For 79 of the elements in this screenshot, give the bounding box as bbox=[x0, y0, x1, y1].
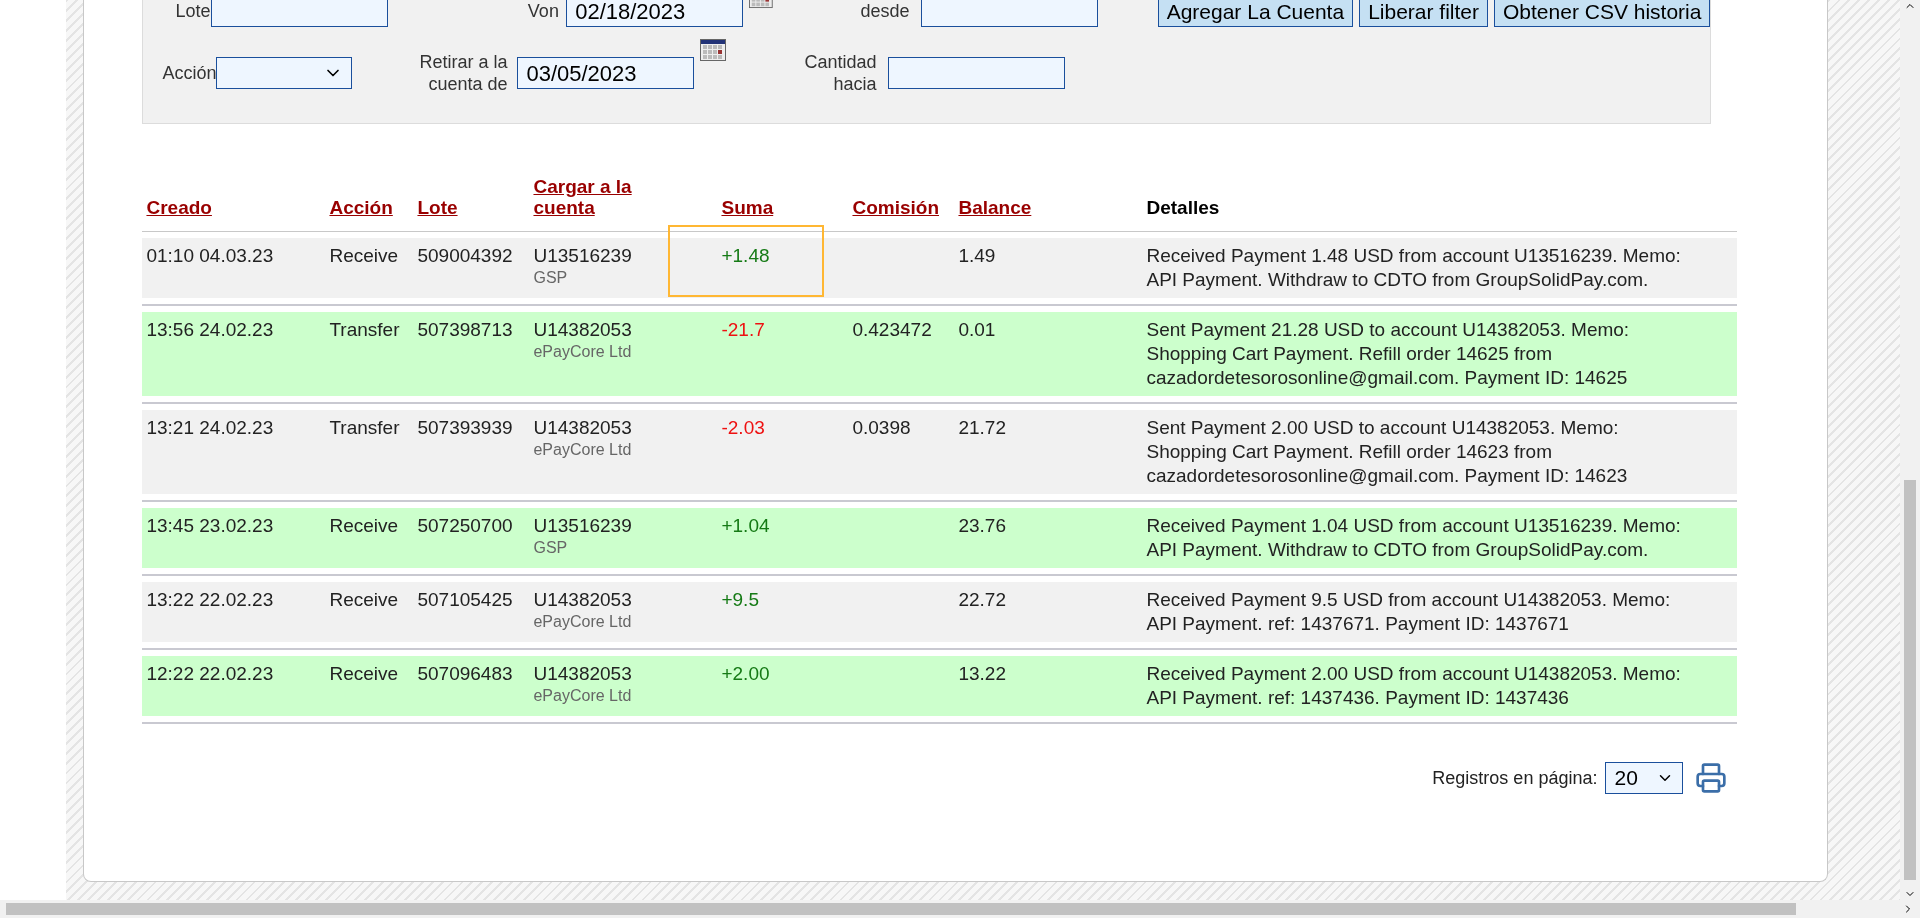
table-cell: 22.72 bbox=[958, 589, 1006, 610]
column-header: Detalles bbox=[1146, 197, 1220, 218]
details-text: Received Payment 2.00 USD from account U14382053. Memo: API Payment. ref: 1437436. Payment ID: 1437436 bbox=[1146, 662, 1682, 710]
column-header-link[interactable]: Lote bbox=[417, 197, 458, 218]
table-cell-text: U14382053 bbox=[533, 588, 633, 612]
table-cell: 21.72 bbox=[958, 417, 1006, 438]
table-cell: Receive bbox=[329, 245, 399, 266]
table-cell: 13:56 24.02.23 bbox=[146, 319, 274, 340]
table-cell: Receive bbox=[329, 589, 399, 610]
column-header-link[interactable]: Acción bbox=[329, 197, 393, 218]
details-text: Received Payment 9.5 USD from account U14382053. Memo: API Payment. ref: 1437671. Payment ID: 1437671 bbox=[1146, 588, 1672, 636]
table-cell: 13:21 24.02.23 bbox=[146, 417, 274, 438]
table-cell: 507393939 bbox=[417, 417, 513, 438]
table-cell: 0.0398 bbox=[852, 417, 911, 438]
column-header-link[interactable]: Balance bbox=[958, 197, 1032, 218]
field-label: desde bbox=[859, 0, 910, 22]
print-icon[interactable] bbox=[1695, 762, 1728, 794]
pager-label: Registros en página: bbox=[1432, 766, 1598, 790]
calendar-icon[interactable] bbox=[700, 39, 727, 61]
filter-button[interactable]: Liberar filter bbox=[1359, 0, 1488, 27]
scrollbar-thumb[interactable] bbox=[6, 903, 1796, 915]
date-field[interactable]: 03/05/2023 bbox=[517, 57, 695, 89]
amount-cell: +1.48 bbox=[721, 245, 770, 266]
table-cell-text: U13516239 bbox=[533, 514, 633, 538]
scrollbar-thumb[interactable] bbox=[1904, 480, 1917, 880]
account-name: ePayCore Ltd bbox=[533, 612, 633, 632]
amount-field[interactable] bbox=[888, 57, 1066, 89]
table-cell-text: U14382053 bbox=[533, 318, 633, 342]
field-label: Lote bbox=[174, 0, 211, 22]
column-header-link[interactable]: Suma bbox=[721, 197, 774, 218]
account-name: ePayCore Ltd bbox=[533, 440, 633, 460]
details-text: Received Payment 1.48 USD from account U13516239. Memo: API Payment. Withdraw to CDTO from GroupSolidPay.com. bbox=[1146, 244, 1682, 292]
field-label: Von bbox=[526, 0, 559, 22]
field-label: Acción bbox=[161, 62, 217, 84]
action-select[interactable] bbox=[216, 57, 353, 89]
amount-cell: +1.04 bbox=[721, 515, 770, 536]
table-cell: 01:10 04.03.23 bbox=[146, 245, 274, 266]
column-header-link[interactable]: Comisión bbox=[852, 197, 939, 218]
amount-cell: +9.5 bbox=[721, 589, 759, 610]
amount-cell: +2.00 bbox=[721, 663, 770, 684]
table-cell: 0.423472 bbox=[852, 319, 932, 340]
filter-button[interactable]: Agregar La Cuenta bbox=[1157, 0, 1354, 27]
date-field[interactable]: 02/18/2023 bbox=[566, 0, 744, 27]
details-text: Sent Payment 21.28 USD to account U14382053. Memo: Shopping Cart Payment. Refill order 14625 from cazadordetesorosonline@gmail.com. Payment ID: 14625 bbox=[1146, 318, 1631, 390]
table-cell: 507398713 bbox=[417, 319, 513, 340]
amount-cell: -21.7 bbox=[721, 319, 765, 340]
table-cell: 507105425 bbox=[417, 589, 513, 610]
table-cell: 12:22 22.02.23 bbox=[146, 663, 274, 684]
column-header-link[interactable]: Cargar a la cuenta bbox=[533, 176, 654, 218]
table-cell: 23.76 bbox=[958, 515, 1006, 536]
lote-field[interactable] bbox=[210, 0, 388, 27]
table-cell-text: U13516239 bbox=[533, 244, 633, 268]
account-name: GSP bbox=[533, 538, 569, 558]
amount-field[interactable] bbox=[920, 0, 1098, 27]
column-header-link[interactable]: Creado bbox=[146, 197, 212, 218]
account-name: ePayCore Ltd bbox=[533, 342, 633, 362]
table-cell: 509004392 bbox=[417, 245, 513, 266]
table-cell: Receive bbox=[329, 663, 399, 684]
page-size-select[interactable]: 20 bbox=[1605, 762, 1684, 794]
field-label: Cantidad hacia bbox=[803, 51, 877, 95]
table-cell: Transfer bbox=[329, 319, 400, 340]
details-text: Received Payment 1.04 USD from account U13516239. Memo: API Payment. Withdraw to CDTO from GroupSolidPay.com. bbox=[1146, 514, 1682, 562]
table-cell: 13:22 22.02.23 bbox=[146, 589, 274, 610]
table-cell: Receive bbox=[329, 515, 399, 536]
field-label: Retirar a la cuenta de bbox=[418, 51, 508, 95]
table-cell: Transfer bbox=[329, 417, 400, 438]
filter-button[interactable]: Obtener CSV historia bbox=[1494, 0, 1711, 27]
table-cell: 0.01 bbox=[958, 319, 996, 340]
details-text: Sent Payment 2.00 USD to account U14382053. Memo: Shopping Cart Payment. Refill order 14623 from cazadordetesorosonline@gmail.com. Payment ID: 14623 bbox=[1146, 416, 1629, 488]
table-cell: 1.49 bbox=[958, 245, 996, 266]
table-cell-text: U14382053 bbox=[533, 416, 633, 440]
table-cell-text: U14382053 bbox=[533, 662, 633, 686]
account-name: GSP bbox=[533, 268, 569, 288]
amount-cell: -2.03 bbox=[721, 417, 765, 438]
table-cell: 13:45 23.02.23 bbox=[146, 515, 274, 536]
table-cell: 507250700 bbox=[417, 515, 513, 536]
table-cell: 13.22 bbox=[958, 663, 1006, 684]
account-name: ePayCore Ltd bbox=[533, 686, 633, 706]
table-cell: 507096483 bbox=[417, 663, 513, 684]
